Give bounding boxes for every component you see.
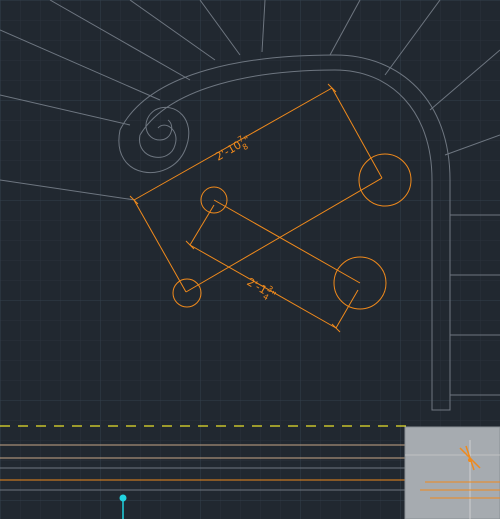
- cad-viewport[interactable]: 2'-1078" 2'-134": [0, 0, 500, 519]
- drawing-canvas[interactable]: 2'-1078" 2'-134": [0, 0, 500, 519]
- preview-panel[interactable]: [404, 426, 500, 519]
